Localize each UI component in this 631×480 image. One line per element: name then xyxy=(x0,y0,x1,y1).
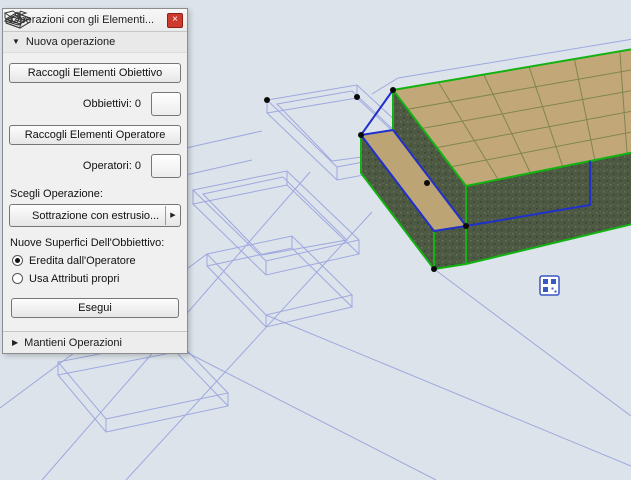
section-header-keep-operations[interactable]: ▶ Mantieni Operazioni xyxy=(3,331,187,353)
pick-target-button[interactable] xyxy=(151,92,181,116)
collect-operator-elements-button[interactable]: Raccogli Elementi Operatore xyxy=(9,125,181,145)
close-button[interactable]: × xyxy=(167,13,183,28)
radio-inherit-label: Eredita dall'Operatore xyxy=(29,255,136,267)
radio-own-label: Usa Attributi propri xyxy=(29,273,119,285)
operation-dropdown[interactable]: Sottrazione con estrusio... ▶ xyxy=(9,204,181,227)
targets-row: Obbiettivi: 0 xyxy=(9,92,181,116)
radio-selected-icon[interactable] xyxy=(12,255,23,266)
operators-row: Operatori: 0 xyxy=(9,154,181,178)
targets-count-label: Obbiettivi: 0 xyxy=(43,98,151,110)
palette-title: Operazioni con gli Elementi... xyxy=(11,14,163,26)
section-new-operation-label: Nuova operazione xyxy=(26,36,115,48)
collapse-collapsed-icon: ▶ xyxy=(12,339,18,347)
section-keep-operations-label: Mantieni Operazioni xyxy=(24,337,122,349)
info-grid-icon[interactable] xyxy=(540,276,559,295)
radio-own-attributes[interactable]: Usa Attributi propri xyxy=(12,271,181,286)
execute-button[interactable]: Esegui xyxy=(11,298,179,318)
selected-slab xyxy=(361,47,631,269)
dropdown-arrow-icon[interactable]: ▶ xyxy=(165,206,180,225)
collect-target-elements-button[interactable]: Raccogli Elementi Obiettivo xyxy=(9,63,181,83)
operation-value: Sottrazione con estrusio... xyxy=(32,210,165,222)
choose-operation-label: Scegli Operazione: xyxy=(10,188,181,200)
radio-inherit-operator[interactable]: Eredita dall'Operatore xyxy=(12,253,181,268)
radio-unselected-icon[interactable] xyxy=(12,273,23,284)
operators-count-label: Operatori: 0 xyxy=(43,160,151,172)
section-header-new-operation[interactable]: ▼ Nuova operazione xyxy=(3,32,187,53)
solid-operations-palette: Operazioni con gli Elementi... × ▼ Nuova… xyxy=(2,8,188,354)
pick-operator-button[interactable] xyxy=(151,154,181,178)
palette-body: Raccogli Elementi Obiettivo Obbiettivi: … xyxy=(3,53,187,318)
new-surfaces-label: Nuove Superfici Dell'Obbiettivo: xyxy=(10,237,181,249)
collapse-expanded-icon: ▼ xyxy=(12,38,20,46)
app-window: Operazioni con gli Elementi... × ▼ Nuova… xyxy=(0,0,631,480)
